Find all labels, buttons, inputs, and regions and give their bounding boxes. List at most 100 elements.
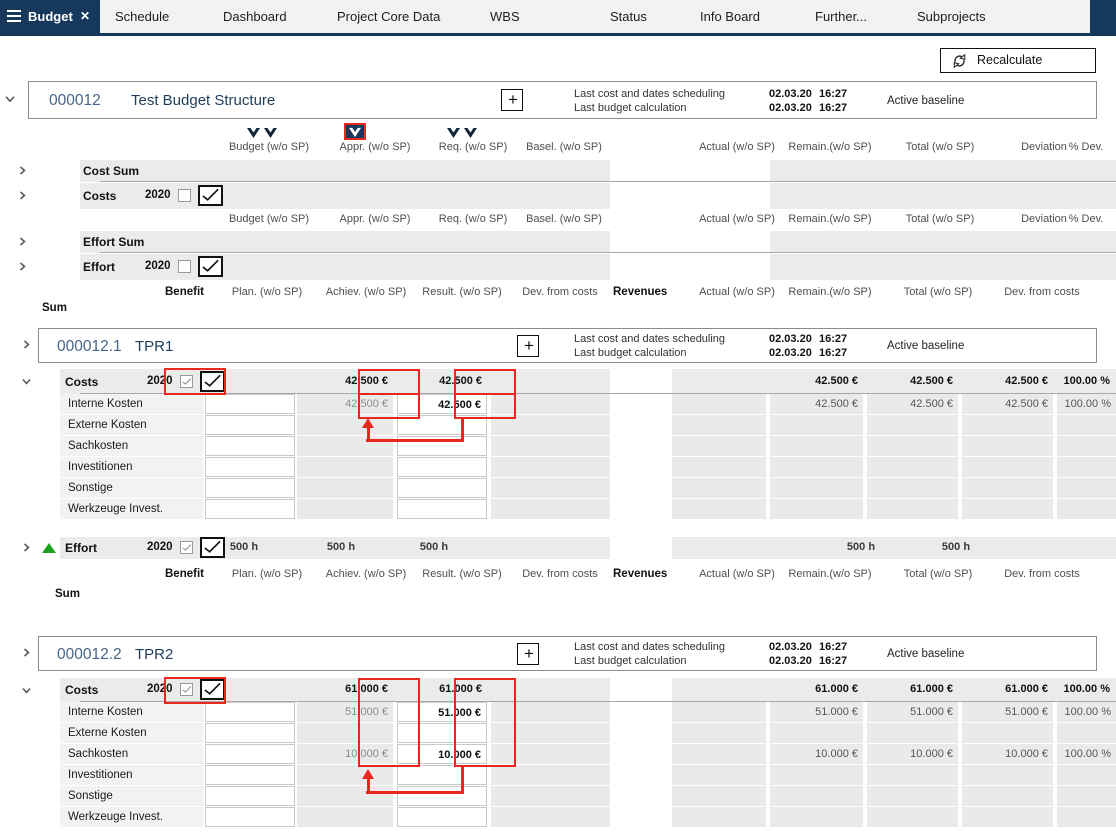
- tab-budget[interactable]: Budget ✕: [0, 0, 100, 33]
- confirm-checkbox[interactable]: [200, 679, 225, 700]
- chevron-down-icon[interactable]: [22, 686, 32, 696]
- tab-dashboard[interactable]: Dashboard: [223, 0, 287, 33]
- refresh-icon: [951, 53, 968, 69]
- budget-cell[interactable]: [205, 436, 295, 456]
- table-row: Interne Kosten 42.500 € 42.500 € 42.500 …: [0, 394, 1116, 415]
- req-cell[interactable]: [397, 499, 487, 519]
- chevron-right-icon[interactable]: [18, 166, 28, 176]
- calculation-date: 02.03.20: [769, 102, 812, 114]
- active-baseline-label: Active baseline: [887, 95, 964, 107]
- appr-value: 61.000 €: [300, 683, 388, 695]
- req-cell[interactable]: [397, 457, 487, 477]
- appr-cell: 10.000 €: [297, 744, 393, 764]
- confirm-checkbox[interactable]: [198, 256, 223, 277]
- confirm-checkbox[interactable]: [198, 185, 223, 206]
- revenues-label: Revenues: [613, 286, 667, 298]
- req-cell[interactable]: [397, 478, 487, 498]
- budget-cell[interactable]: [205, 415, 295, 435]
- col-header-remain: Remain.(w/o SP): [780, 141, 880, 153]
- add-button[interactable]: +: [501, 89, 523, 111]
- row-label-cell: Externe Kosten: [60, 723, 203, 743]
- req-cell[interactable]: [397, 765, 487, 785]
- deviation-cell: 42.500 €: [962, 394, 1053, 414]
- scheduling-time: 16:27: [819, 333, 847, 345]
- active-baseline-label: Active baseline: [887, 648, 964, 660]
- tab-further[interactable]: Further...: [815, 0, 867, 33]
- table-row: Investitionen: [0, 457, 1116, 478]
- year-checkbox-checked[interactable]: [180, 541, 193, 554]
- year-checkbox[interactable]: [178, 260, 191, 273]
- req-cell[interactable]: 42.500 €: [397, 394, 487, 414]
- pct-dev-cell: 100.00 %: [1057, 394, 1116, 414]
- chevron-right-icon[interactable]: [18, 262, 28, 272]
- scheduling-date: 02.03.20: [769, 88, 812, 100]
- scheduling-label: Last cost and dates scheduling: [574, 88, 725, 100]
- top-nav: Budget ✕ Schedule Dashboard Project Core…: [0, 0, 1116, 36]
- req-cell[interactable]: [397, 786, 487, 806]
- appr-cell: [297, 723, 393, 743]
- basel-cell: [491, 436, 610, 456]
- active-baseline-label: Active baseline: [887, 340, 964, 352]
- row-label-cell: Sachkosten: [60, 436, 203, 456]
- table-row: Interne Kosten 51.000 € 51.000 € 51.000 …: [0, 702, 1116, 723]
- col-header-pct-dev: % Dev.: [1058, 141, 1114, 153]
- chevron-right-icon[interactable]: [22, 543, 32, 553]
- budget-cell[interactable]: [205, 702, 295, 722]
- chevron-down-icon[interactable]: [5, 94, 15, 104]
- table-row: Werkzeuge Invest.: [0, 807, 1116, 828]
- budget-cell[interactable]: [205, 744, 295, 764]
- recalculate-label: Recalculate: [977, 49, 1042, 72]
- chevron-right-icon[interactable]: [22, 648, 32, 658]
- budget-cell[interactable]: [205, 499, 295, 519]
- req-cell[interactable]: [397, 436, 487, 456]
- chevron-right-icon[interactable]: [22, 340, 32, 350]
- total-cell: 42.500 €: [867, 394, 958, 414]
- benefit-col-plan: Plan. (w/o SP): [222, 568, 312, 580]
- chevron-right-icon[interactable]: [18, 237, 28, 247]
- divider: [100, 252, 1116, 253]
- year-checkbox-checked[interactable]: [180, 683, 193, 696]
- tab-status[interactable]: Status: [610, 0, 647, 33]
- calculation-time: 16:27: [819, 347, 847, 359]
- chevron-right-icon[interactable]: [18, 191, 28, 201]
- budget-cell[interactable]: [205, 765, 295, 785]
- req-cell[interactable]: [397, 807, 487, 827]
- basel-cell: [491, 394, 610, 414]
- tab-wbs[interactable]: WBS: [490, 0, 520, 33]
- appr-value: 42.500 €: [300, 375, 388, 387]
- tab-schedule[interactable]: Schedule: [115, 0, 169, 33]
- budget-cell[interactable]: [205, 786, 295, 806]
- add-button[interactable]: +: [517, 643, 539, 665]
- req-cell[interactable]: 10.000 €: [397, 744, 487, 764]
- req-cell[interactable]: 51.000 €: [397, 702, 487, 722]
- tab-info-board[interactable]: Info Board: [700, 0, 760, 33]
- chevron-down-icon[interactable]: [22, 377, 32, 387]
- basel-cell: [491, 457, 610, 477]
- budget-cell[interactable]: [205, 457, 295, 477]
- req-cell[interactable]: [397, 723, 487, 743]
- row-label-cell: Werkzeuge Invest.: [60, 499, 203, 519]
- filter-arrow-icon-selected[interactable]: [344, 123, 366, 140]
- year-checkbox[interactable]: [178, 189, 191, 202]
- budget-cell[interactable]: [205, 478, 295, 498]
- budget-cell[interactable]: [205, 723, 295, 743]
- recalculate-button[interactable]: Recalculate: [940, 48, 1096, 73]
- close-tab-icon[interactable]: ✕: [80, 0, 90, 33]
- req-cell[interactable]: [397, 415, 487, 435]
- calculation-time: 16:27: [819, 655, 847, 667]
- sum-label: Sum: [55, 588, 80, 600]
- budget-cell[interactable]: [205, 394, 295, 414]
- tab-project-core-data[interactable]: Project Core Data: [337, 0, 440, 33]
- req-value: 42.500 €: [394, 375, 482, 387]
- confirm-checkbox[interactable]: [200, 371, 225, 392]
- scheduling-date: 02.03.20: [769, 641, 812, 653]
- actual-cell: [672, 394, 766, 414]
- add-button[interactable]: +: [517, 335, 539, 357]
- year-checkbox-checked[interactable]: [180, 375, 193, 388]
- hamburger-menu-icon[interactable]: [7, 10, 21, 22]
- costs-label: Costs: [65, 375, 98, 389]
- tab-subprojects[interactable]: Subprojects: [917, 0, 986, 33]
- appr-cell: [297, 786, 393, 806]
- budget-effort-value: 500 h: [204, 541, 284, 553]
- budget-cell[interactable]: [205, 807, 295, 827]
